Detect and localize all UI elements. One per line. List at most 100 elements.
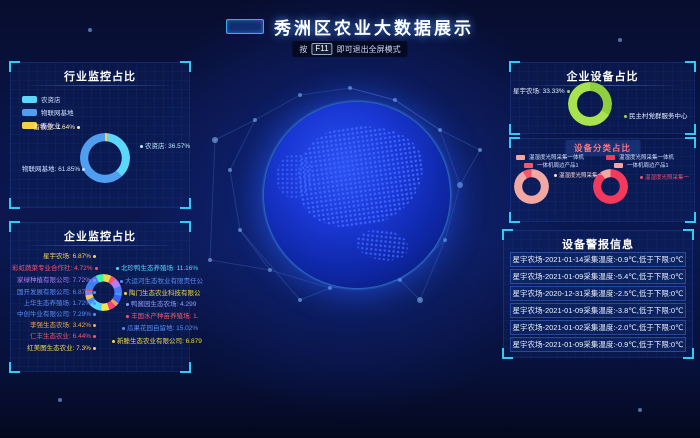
- panel-corner: [685, 212, 696, 223]
- chart-label: 李强生态农场: 3.42%: [12, 322, 98, 330]
- chart-label: 丰国水产种苗养殖场: 1.: [124, 313, 199, 321]
- chart-label: 鸭酱园生态农场: 4.299: [124, 301, 196, 309]
- leader-dot: [93, 302, 96, 305]
- leader-dot: [93, 313, 96, 316]
- panel-corner: [509, 137, 520, 148]
- chart-label: 物联网基地: 61.85%: [22, 166, 87, 174]
- chart-label: 星宇农场: 33.33%: [513, 88, 572, 96]
- leader-dot: [93, 335, 96, 338]
- industry-legend-item[interactable]: 物联网基地: [22, 107, 74, 117]
- alarm-list-item: 星宇农场-2021-01-09采集温度:-5.4℃,低于下限:0℃: [510, 269, 686, 284]
- chart-label: 温湿度光照采集一: [640, 173, 689, 181]
- chart-label: 瓜果花园自留地: 15.02%: [120, 325, 198, 333]
- header-logo: [226, 19, 264, 34]
- industry-panel-title: 行业监控占比: [10, 68, 190, 84]
- leader-dot: [126, 303, 129, 306]
- legend-label: 物联网基地: [41, 107, 74, 117]
- device-legend-item[interactable]: 温湿度光照采集一体机: [606, 153, 674, 161]
- chart-label: 仁丰生态农业: 6.44%: [12, 333, 98, 341]
- fullscreen-tip: 按 F11 即可退出全屏模式: [292, 41, 407, 57]
- legend-label: 温湿度光照采集一体机: [529, 153, 584, 161]
- dashboard-root: 秀洲区农业大数据展示 按 F11 即可退出全屏模式 行业监控占比 农资店 物联网…: [0, 0, 700, 438]
- alarm-list-item: 星宇农场-2021-01-09采集温度:-3.8℃,低于下限:0℃: [510, 303, 686, 318]
- device-legend-item[interactable]: 一体机周边产品1: [614, 161, 669, 169]
- chart-label: 星宇农场: 6.87%: [12, 253, 98, 261]
- leader-dot: [140, 145, 143, 148]
- chart-label: 畜牧业: 1.64%: [16, 124, 82, 132]
- leader-dot: [93, 291, 96, 294]
- globe: [264, 102, 450, 288]
- header: 秀洲区农业大数据展示: [0, 14, 700, 39]
- panel-corner: [180, 362, 191, 373]
- chart-label: 红美图生态农业: 7.3%: [12, 345, 98, 353]
- chart-label: 北珍鸭生态养殖场: 11.16%: [114, 265, 198, 273]
- panel-corner: [9, 198, 20, 209]
- chart-label: 大运河生态牧业有限责任公: [118, 278, 203, 286]
- legend-swatch: [524, 163, 533, 168]
- panel-device-classification: 设备分类占比 温湿度光照采集一体机 一体机周边产品1 温湿度光照采集一体机 一体…: [510, 138, 695, 222]
- chart-label: 上华生态养殖场: 1.72%: [12, 300, 98, 308]
- leader-dot: [77, 126, 80, 129]
- leader-dot: [120, 280, 123, 283]
- legend-swatch: [606, 155, 615, 160]
- divider: [21, 85, 179, 86]
- device-legend-item[interactable]: 温湿度光照采集一体机: [516, 153, 584, 161]
- legend-swatch: [614, 163, 623, 168]
- chart-label: 陶门生态农业科技有限公: [122, 290, 201, 298]
- enterprise-panel-title: 企业监控占比: [10, 228, 190, 244]
- panel-corner: [180, 198, 191, 209]
- device-legend-item[interactable]: 一体机周边产品1: [524, 161, 579, 169]
- leader-dot: [112, 340, 115, 343]
- legend-label: 农资店: [41, 94, 61, 104]
- leader-dot: [93, 255, 96, 258]
- industry-donut-chart[interactable]: [80, 133, 130, 183]
- leader-dot: [567, 90, 570, 93]
- equipment-donut-chart[interactable]: [568, 82, 612, 126]
- equipment-panel-title: 企业设备占比: [510, 68, 695, 84]
- legend-label: 温湿度光照采集一体机: [619, 153, 674, 161]
- leader-dot: [624, 115, 627, 118]
- leader-dot: [82, 168, 85, 171]
- leader-dot: [640, 176, 643, 179]
- leader-dot: [95, 267, 98, 270]
- alarm-list-item: 星宇农场-2021-01-14采集温度:-0.9℃,低于下限:0℃: [510, 252, 686, 267]
- globe-continent-europe: [276, 154, 312, 198]
- globe-continent-sea: [355, 227, 410, 262]
- industry-legend-item[interactable]: 农资店: [22, 94, 61, 104]
- alarms-panel-title: 设备警报信息: [503, 236, 693, 252]
- legend-swatch: [22, 96, 37, 103]
- f11-keycap: F11: [311, 43, 332, 55]
- panel-alarms: 设备警报信息 星宇农场-2021-01-14采集温度:-0.9℃,低于下限:0℃…: [503, 230, 693, 358]
- device-left-donut-chart[interactable]: [514, 169, 549, 204]
- leader-dot: [93, 279, 96, 282]
- legend-swatch: [516, 155, 525, 160]
- chart-label: 温湿度光照采集一: [554, 171, 603, 179]
- alarm-list-item: 星宇农场-2021-01-02采集温度:-2.0℃,低于下限:0℃: [510, 320, 686, 335]
- chart-label: 民主村党群服务中心: [622, 113, 688, 121]
- alarm-list-item: 星宇农场-2020-12-31采集温度:-2.5℃,低于下限:0℃: [510, 286, 686, 301]
- tip-suffix: 即可退出全屏模式: [337, 44, 401, 55]
- panel-equipment: 企业设备占比 星宇农场: 33.33% 民主村党群服务中心: [510, 62, 695, 134]
- chart-label: 家绿种植有限公司: 7.72%: [12, 277, 98, 285]
- panel-corner: [9, 362, 20, 373]
- panel-industry: 行业监控占比 农资店 物联网基地 畜牧业 畜牧业: 1.64% 农资店: 36.…: [10, 62, 190, 208]
- leader-dot: [122, 327, 125, 330]
- leader-dot: [93, 347, 96, 350]
- panel-enterprise: 企业监控占比 星宇农场: 6.87% 彩虹蔬菜专业合作社: 4.72% 家绿种植…: [10, 222, 190, 372]
- divider: [21, 245, 179, 246]
- alarm-list-item: 星宇农场-2021-01-09采集温度:-0.9℃,低于下限:0℃: [510, 337, 686, 352]
- chart-label: 新塍生态农业有限公司: 6.879: [110, 338, 202, 346]
- leader-dot: [124, 292, 127, 295]
- legend-swatch: [22, 109, 37, 116]
- panel-corner: [509, 124, 520, 135]
- chart-label: 农资店: 36.57%: [138, 143, 190, 151]
- legend-label: 一体机周边产品1: [627, 161, 669, 169]
- chart-label: 国开发展有限公司: 6.87%: [12, 289, 98, 297]
- chart-label: 彩虹蔬菜专业合作社: 4.72%: [12, 265, 98, 273]
- panel-corner: [509, 212, 520, 223]
- panel-corner: [685, 124, 696, 135]
- globe-continent-asia: [292, 118, 431, 235]
- page-title: 秀洲区农业大数据展示: [274, 14, 474, 39]
- leader-dot: [126, 315, 129, 318]
- chart-label: 中创牛业有限公司: 7.29%: [12, 311, 98, 319]
